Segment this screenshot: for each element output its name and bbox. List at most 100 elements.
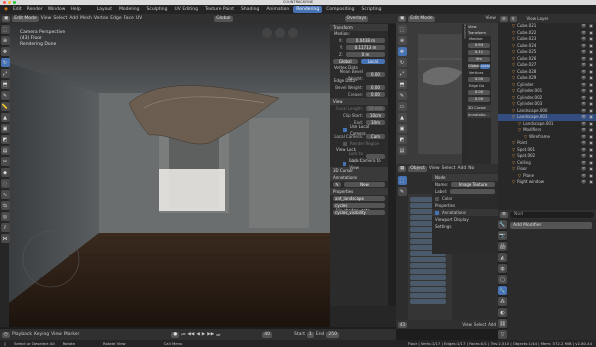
tab-layout[interactable]: Layout — [94, 6, 115, 13]
tab-compositing[interactable]: Compositing — [323, 6, 357, 13]
node-menu-add[interactable]: Add — [458, 166, 467, 171]
prop-item-cycles-visibility[interactable]: cycles_visibility — [333, 209, 385, 216]
render-props-icon[interactable]: 📷 — [498, 231, 507, 240]
sec-local-toggle[interactable]: Local — [480, 63, 490, 70]
scene-props-icon[interactable]: ◭ — [498, 253, 507, 262]
secondary-mode-select[interactable]: Edit Mode — [408, 15, 435, 22]
node-socket-row[interactable] — [410, 263, 446, 268]
node-annotations-label[interactable]: Annotations — [442, 209, 466, 216]
bevel-weight-field[interactable]: 0.00 — [366, 84, 385, 91]
node-socket-row[interactable] — [410, 287, 446, 292]
close-window-icon[interactable] — [3, 1, 6, 4]
menu-help[interactable]: Help — [70, 7, 80, 12]
jump-end-icon[interactable]: ⏭ — [216, 332, 220, 338]
node-socket-row[interactable] — [410, 257, 446, 262]
timeline-view-menu[interactable]: View — [51, 332, 62, 337]
menu-edge[interactable]: Edge — [110, 16, 121, 21]
node-select-icon[interactable]: ⬚ — [397, 176, 407, 185]
node-label-field[interactable] — [450, 188, 495, 195]
tab-scripting[interactable]: Scripting — [358, 6, 384, 13]
footer-select-menu[interactable]: Select — [474, 322, 486, 327]
node-settings[interactable]: Settings — [435, 223, 451, 230]
local-toggle[interactable]: Local — [360, 58, 385, 65]
prop-item-ant-landscape[interactable]: ant_landscape — [333, 195, 385, 202]
sec-loopcut-icon[interactable]: ▤ — [397, 146, 407, 155]
render-camera-icon[interactable]: ▣ — [589, 179, 593, 186]
node-socket-row[interactable] — [410, 269, 446, 274]
y-field[interactable]: 0.11713 m — [346, 44, 385, 51]
output-props-icon[interactable]: 🖨 — [498, 242, 507, 251]
measure-tool-icon[interactable]: 📏 — [0, 102, 10, 111]
sec-x-field[interactable]: 0.93 — [468, 42, 490, 49]
node-editor[interactable]: ▦ Object View Select Add No ⬚ ✎ Node Nam… — [396, 164, 498, 329]
tab-modeling[interactable]: Modeling — [116, 6, 142, 13]
footer-add-menu[interactable]: Add — [488, 322, 496, 327]
current-frame-field[interactable]: 40 — [262, 331, 272, 338]
properties-editor-type[interactable]: ⚙ — [500, 211, 509, 218]
window-controls[interactable] — [3, 1, 16, 4]
node-socket-row[interactable] — [410, 293, 446, 298]
node-name-field[interactable]: Image Texture — [451, 181, 495, 188]
mean-bevel-field[interactable]: 0.00 — [366, 71, 385, 78]
annotations-new-button[interactable]: New — [344, 181, 385, 188]
editor-type-button[interactable]: ▣ — [2, 15, 11, 22]
node-annotate-icon[interactable]: ✎ — [397, 187, 407, 196]
node-menu-select[interactable]: Select — [442, 166, 456, 171]
use-local-camera-checkbox[interactable] — [343, 127, 347, 132]
extrude-tool-icon[interactable]: ▲ — [0, 113, 10, 122]
footer-frame-field[interactable]: 43 — [398, 321, 408, 328]
bevel-tool-icon[interactable]: ◩ — [0, 135, 10, 144]
sec-move-icon[interactable]: ✥ — [397, 47, 407, 56]
menu-select[interactable]: Select — [53, 16, 67, 21]
node-menu-view[interactable]: View — [429, 166, 440, 171]
playback-menu[interactable]: Playback — [12, 332, 32, 337]
constraints-props-icon[interactable]: ⛓ — [498, 319, 507, 328]
node-tab[interactable]: Node — [432, 174, 498, 181]
transform-orientation-select[interactable]: Global — [214, 15, 233, 22]
sec-global-toggle[interactable]: Global — [468, 63, 480, 70]
transform-tool-icon[interactable]: ⬒ — [0, 80, 10, 89]
annotate-tool-icon[interactable]: ✎ — [0, 91, 10, 100]
node-socket-row[interactable] — [410, 275, 446, 280]
zoom-window-icon[interactable] — [13, 1, 16, 4]
sec-z-field[interactable]: 0m — [468, 56, 490, 63]
local-camera-field[interactable]: Cam — [366, 133, 385, 140]
minimize-window-icon[interactable] — [8, 1, 11, 4]
annotation-pencil-icon[interactable]: ✎ — [333, 181, 341, 188]
crease-field[interactable]: 0.00 — [366, 91, 385, 98]
add-modifier-button[interactable]: Add Modifier — [510, 222, 592, 229]
tab-texture-paint[interactable]: Texture Paint — [202, 6, 237, 13]
sec-annotations-header[interactable]: Annotatio... — [467, 112, 491, 118]
navigation-gizmo[interactable] — [262, 28, 298, 38]
sec-scale-icon[interactable]: ⤢ — [397, 69, 407, 78]
secondary-editor-type[interactable]: ▣ — [398, 15, 407, 22]
sec-transform-icon[interactable]: ⬒ — [397, 80, 407, 89]
sec-vertex-field[interactable]: 0.00 — [468, 76, 490, 83]
sec-y-field[interactable]: 0.11 — [468, 49, 490, 56]
overlays-button[interactable]: Overlays — [344, 15, 369, 22]
scale-tool-icon[interactable]: ⤢ — [0, 69, 10, 78]
z-field[interactable]: 0 m — [346, 51, 385, 58]
lock-camera-checkbox[interactable] — [343, 161, 347, 166]
modifier-props-icon[interactable]: 🔧 — [498, 286, 507, 295]
sec-edge-field-1[interactable]: 0.00 — [468, 89, 490, 96]
world-props-icon[interactable]: ◍ — [498, 264, 507, 273]
zoom-icon[interactable] — [275, 28, 285, 38]
rip-tool-icon[interactable]: ⋈ — [0, 234, 10, 243]
tool-props-icon[interactable]: 🔧 — [498, 220, 507, 229]
node-annotations-checkbox[interactable] — [435, 210, 439, 215]
main-viewport[interactable]: ▣ Edit Mode View Select Add Mesh Vertex … — [0, 14, 396, 327]
polybuild-tool-icon[interactable]: ◆ — [0, 168, 10, 177]
node-editor-type[interactable]: ▦ — [398, 165, 407, 172]
node-properties-subpanel[interactable]: Properties — [435, 202, 455, 209]
node-socket-row[interactable] — [410, 281, 446, 286]
record-button[interactable]: ● — [171, 331, 180, 338]
outliner-filter-icon[interactable]: ⚲ — [509, 15, 517, 22]
end-frame-field[interactable]: 250 — [326, 331, 340, 338]
transform-panel-header[interactable]: Transform — [330, 24, 388, 31]
play-icon[interactable]: ▶ — [202, 332, 205, 337]
menu-vertex[interactable]: Vertex — [94, 16, 108, 21]
rotate-tool-icon[interactable]: ↻ — [0, 58, 10, 67]
particles-props-icon[interactable]: ⁂ — [498, 297, 507, 306]
menu-view[interactable]: View — [41, 16, 52, 21]
